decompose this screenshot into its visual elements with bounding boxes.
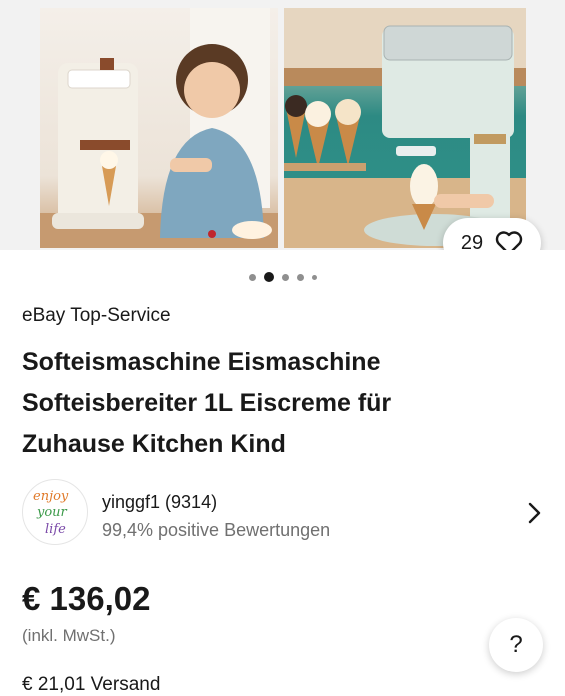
shipping-cost: € 21,01 Versand (22, 674, 161, 695)
listing-title: Softeismaschine Eismaschine Softeisberei… (22, 342, 542, 465)
seller-rating: 99,4% positive Bewertungen (102, 520, 331, 540)
product-photo-kid[interactable] (40, 8, 278, 248)
pagination-dot[interactable] (311, 274, 317, 280)
avatar-text-line: enjoy (33, 489, 69, 504)
listing-title-line: Zuhause Kitchen Kind (22, 430, 286, 458)
seller-avatar[interactable]: enjoy your life (22, 479, 88, 545)
pagination-dot-active[interactable] (263, 272, 274, 282)
avatar-text-line: your (36, 505, 68, 520)
chevron-right-icon[interactable] (527, 501, 543, 525)
kid-with-ice-cream-machine-illustration (40, 8, 278, 248)
like-button[interactable]: 29 (443, 218, 541, 250)
ice-cream-machine-illustration (284, 8, 526, 248)
pagination-dot[interactable] (281, 273, 289, 281)
image-gallery[interactable]: 29 (0, 0, 565, 250)
vat-note: (inkl. MwSt.) (22, 626, 116, 645)
seller-info-row[interactable]: enjoy your life yinggf1 (9314) 99,4% pos… (22, 479, 547, 549)
product-photo-machine[interactable] (284, 8, 526, 248)
top-service-label: eBay Top-Service (22, 305, 171, 326)
help-button[interactable]: ? (489, 618, 543, 672)
listing-title-line: Softeismaschine Eismaschine (22, 348, 381, 376)
seller-name[interactable]: yinggf1 (9314) (102, 492, 217, 513)
heart-icon (495, 231, 523, 250)
gallery-pagination (0, 270, 565, 284)
pagination-dot[interactable] (296, 273, 304, 281)
seller-logo: enjoy your life (33, 489, 69, 537)
pagination-dot[interactable] (248, 273, 256, 281)
likes-count: 29 (460, 231, 484, 251)
item-price: € 136,02 (22, 580, 151, 617)
listing-title-line: Softeisbereiter 1L Eiscreme für (22, 389, 392, 417)
avatar-text-line: life (45, 522, 66, 537)
